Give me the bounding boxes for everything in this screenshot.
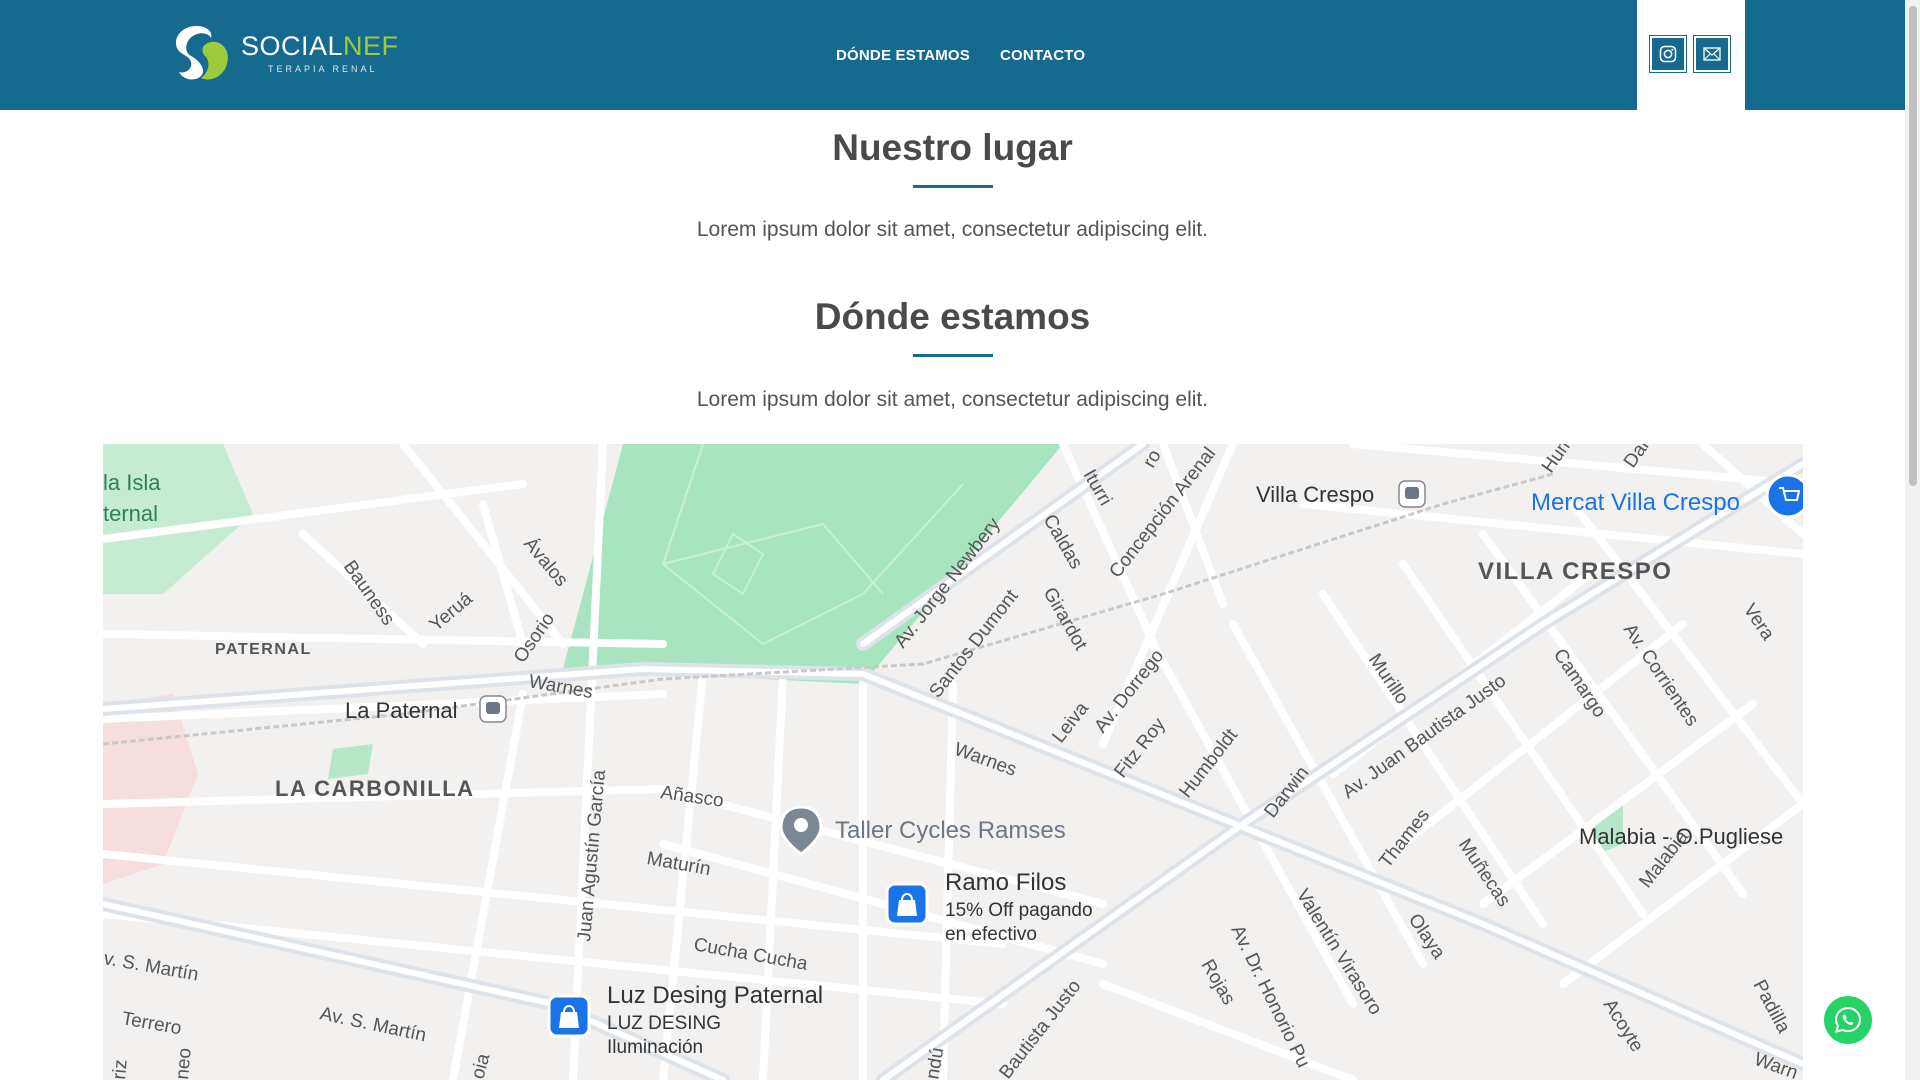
street-label: Ávalos (519, 534, 572, 591)
street-label: oia (468, 1051, 495, 1080)
street-label: Añasco (659, 782, 725, 812)
map-label-station-la-paternal: La Paternal (345, 698, 458, 723)
nav-donde-estamos[interactable]: DÓNDE ESTAMOS (836, 47, 970, 64)
site-header: SOCIALNEF TERAPIA RENAL DÓNDE ESTAMOS CO… (0, 0, 1905, 110)
brand-name: SOCIALNEF (241, 30, 399, 61)
street-label: Bauness (339, 557, 399, 630)
street-label: Acoyte (1599, 996, 1648, 1056)
whatsapp-icon (1834, 1006, 1862, 1033)
logo[interactable]: SOCIALNEF TERAPIA RENAL (169, 22, 399, 84)
map-place-ramo-filos-line1: 15% Off pagando (945, 900, 1093, 921)
street-label: Yeruá (426, 588, 477, 636)
street-label: Caldas (1039, 511, 1087, 573)
main-nav: DÓNDE ESTAMOS CONTACTO (836, 47, 1085, 64)
section-title-nuestro-lugar: Nuestro lugar (832, 127, 1073, 168)
street-label: Cucha Cucha (692, 934, 809, 975)
map-place-ramo-filos: Ramo Filos (945, 869, 1066, 896)
map-label-paternal-park: ternal (103, 501, 158, 526)
street-label: v. S. Martín (103, 948, 200, 985)
map-label-la-isla: la Isla (103, 470, 161, 495)
map-label-station-villa-crespo: Villa Crespo (1256, 482, 1374, 507)
social-links (1637, 0, 1745, 110)
train-icon[interactable] (479, 695, 507, 723)
instagram-button[interactable] (1649, 35, 1687, 73)
scrollbar-thumb[interactable] (1909, 6, 1917, 486)
section-text-donde-estamos: Lorem ipsum dolor sit amet, consectetur … (696, 388, 1209, 411)
map-place-taller-cycles-ramses: Taller Cycles Ramses (835, 817, 1066, 844)
shopping-cart-icon[interactable] (1765, 473, 1803, 519)
mail-button[interactable] (1693, 35, 1731, 73)
map-pin-icon[interactable] (779, 805, 823, 856)
street-label: Padilla (1749, 976, 1795, 1037)
park-agronomia (563, 444, 1063, 684)
street-label: Girardot (1039, 584, 1092, 655)
street-label: riz (109, 1059, 132, 1080)
map-place-mercat-villa-crespo: Mercat Villa Crespo (1531, 489, 1740, 516)
street-label: Leiva (1048, 698, 1093, 747)
shopping-bag-icon[interactable] (547, 994, 591, 1038)
section-divider (913, 354, 993, 357)
street-label: Fitz Roy (1110, 714, 1170, 782)
street-label: Darwin (1260, 763, 1313, 823)
street-label: Valentín Virasoro (1292, 886, 1386, 1019)
street-label: Thames (1375, 805, 1434, 872)
map-label-paternal: PATERNAL (215, 641, 312, 658)
map-label-villa-crespo: VILLA CRESPO (1478, 558, 1672, 585)
street-label: Rojas (1197, 956, 1239, 1009)
street-label: neo (172, 1047, 196, 1080)
whatsapp-button[interactable] (1824, 996, 1872, 1044)
street-label: Vera (1739, 600, 1779, 645)
street-label: Terrero (120, 1008, 183, 1039)
street-label: Warnes (951, 739, 1019, 781)
map-place-ramo-filos-line2: en efectivo (945, 924, 1037, 945)
nav-contacto[interactable]: CONTACTO (1000, 47, 1085, 64)
instagram-icon (1659, 45, 1677, 63)
section-text-nuestro-lugar: Lorem ipsum dolor sit amet, consectetur … (696, 218, 1209, 241)
shopping-bag-icon[interactable] (885, 882, 929, 926)
map-label-la-carbonilla: LA CARBONILLA (275, 776, 475, 801)
street-label: Av. S. Martín (318, 1003, 428, 1046)
map-place-luz-desing-line2: Iluminación (607, 1037, 703, 1058)
logo-mark-icon (169, 22, 231, 84)
map-place-luz-desing-paternal: Luz Desing Paternal (607, 982, 823, 1009)
map[interactable]: VILLA CRESPO PATERNAL LA CARBONILLA la I… (103, 444, 1803, 1080)
section-title-donde-estamos: Dónde estamos (814, 296, 1091, 337)
map-place-luz-desing-line1: LUZ DESING (607, 1013, 721, 1034)
brand-tagline: TERAPIA RENAL (268, 63, 378, 74)
section-divider (913, 185, 993, 188)
mail-icon (1703, 47, 1721, 61)
street-label: Murillo (1364, 650, 1413, 708)
train-icon[interactable] (1398, 480, 1426, 508)
park-area (328, 744, 373, 779)
